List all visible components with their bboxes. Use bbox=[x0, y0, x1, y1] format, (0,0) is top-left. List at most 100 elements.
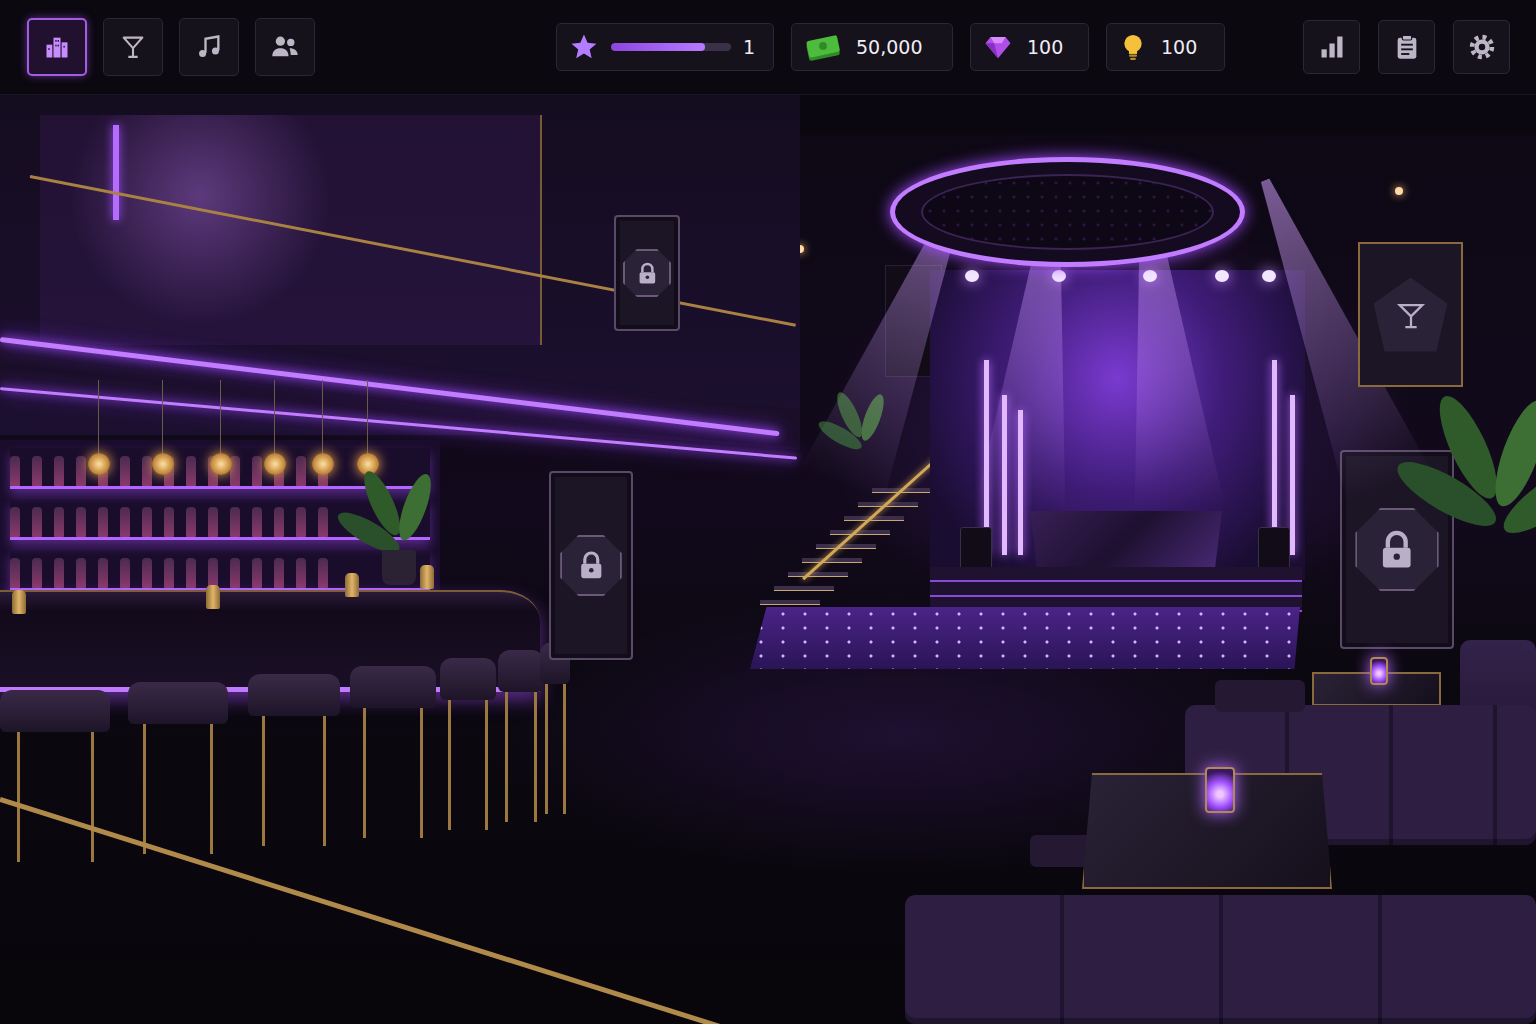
stage-platform bbox=[930, 567, 1302, 612]
spotlight bbox=[1143, 270, 1157, 282]
stool-legs bbox=[363, 708, 423, 838]
lamp-bulb bbox=[312, 453, 334, 475]
pendant-lamp bbox=[264, 380, 286, 475]
stool-seat bbox=[128, 682, 228, 724]
lamp-bulb bbox=[210, 453, 232, 475]
bottle bbox=[142, 507, 152, 537]
lamp-cord bbox=[162, 380, 163, 458]
door-emblem bbox=[623, 249, 672, 298]
stair-step bbox=[774, 586, 834, 591]
locked-door[interactable] bbox=[614, 215, 680, 331]
gear-icon bbox=[1468, 33, 1496, 61]
bottle bbox=[76, 456, 86, 486]
stool-seat bbox=[350, 666, 436, 708]
cocktail-icon bbox=[119, 33, 147, 61]
bottle bbox=[274, 558, 284, 588]
level-display: 1 bbox=[556, 23, 774, 71]
lamp-cord bbox=[98, 380, 99, 458]
candle bbox=[1370, 657, 1388, 685]
stair-step bbox=[788, 572, 848, 577]
lamp-cord bbox=[322, 380, 323, 458]
cash-icon bbox=[804, 32, 842, 62]
bottle bbox=[120, 456, 130, 486]
tool-button[interactable] bbox=[1378, 20, 1435, 74]
neon-tube bbox=[1272, 360, 1277, 555]
neon-tube bbox=[984, 360, 989, 555]
locked-door[interactable] bbox=[549, 471, 633, 660]
leaf bbox=[393, 470, 438, 543]
tool-button[interactable] bbox=[1303, 20, 1360, 74]
spotlight bbox=[1262, 270, 1276, 282]
nav-group bbox=[27, 18, 315, 76]
bottle bbox=[164, 507, 174, 537]
dj-booth[interactable] bbox=[1030, 500, 1222, 574]
dance-floor[interactable] bbox=[750, 607, 1300, 669]
stool-seat bbox=[498, 650, 544, 692]
bottle bbox=[296, 507, 306, 537]
bottle bbox=[10, 456, 20, 486]
music-note-icon bbox=[195, 33, 223, 61]
ring-panel bbox=[921, 174, 1215, 250]
bottle bbox=[208, 507, 218, 537]
bottle bbox=[208, 558, 218, 588]
currency-amount: 100 bbox=[1161, 36, 1203, 58]
club-icon bbox=[43, 33, 71, 61]
bottle bbox=[186, 507, 196, 537]
currency-display: 100 bbox=[970, 23, 1089, 71]
club-scene bbox=[0, 95, 1536, 1024]
stool-legs bbox=[143, 724, 213, 854]
ceiling-light bbox=[1395, 187, 1403, 195]
stool-seat bbox=[248, 674, 340, 716]
candle bbox=[1205, 767, 1235, 813]
nav-button[interactable] bbox=[255, 18, 315, 76]
bottle bbox=[164, 558, 174, 588]
ottoman bbox=[1215, 680, 1305, 712]
bottle bbox=[120, 558, 130, 588]
sofa[interactable] bbox=[905, 895, 1536, 1024]
stool-legs bbox=[448, 700, 487, 830]
stair-step bbox=[760, 600, 820, 605]
bottle bbox=[32, 558, 42, 588]
currency-amount: 50,000 bbox=[856, 36, 928, 58]
gem-icon bbox=[983, 32, 1013, 62]
cocktail-icon bbox=[1394, 298, 1428, 332]
game-screen: 1 50,000 100 100 bbox=[0, 0, 1536, 1024]
stool-seat bbox=[440, 658, 496, 700]
currency-amount: 100 bbox=[1027, 36, 1069, 58]
bottle bbox=[142, 558, 152, 588]
bottle bbox=[142, 456, 152, 486]
bottle bbox=[76, 558, 86, 588]
bottle bbox=[186, 558, 196, 588]
xp-fill bbox=[611, 43, 705, 51]
bottle bbox=[230, 507, 240, 537]
nav-button[interactable] bbox=[179, 18, 239, 76]
stool-legs bbox=[505, 692, 537, 822]
lamp-cord bbox=[274, 380, 275, 458]
top-bar: 1 50,000 100 100 bbox=[0, 0, 1536, 95]
door-emblem bbox=[560, 535, 622, 597]
light-ring bbox=[890, 157, 1245, 267]
people-icon bbox=[270, 33, 300, 61]
spotlight bbox=[1215, 270, 1229, 282]
cocktail-sign bbox=[1358, 242, 1463, 387]
tool-button[interactable] bbox=[1453, 20, 1510, 74]
bottle bbox=[186, 456, 196, 486]
nav-button[interactable] bbox=[27, 18, 87, 76]
bottle bbox=[76, 507, 86, 537]
lamp-bulb bbox=[264, 453, 286, 475]
lock-icon bbox=[574, 548, 609, 583]
bottle bbox=[318, 507, 328, 537]
level-number: 1 bbox=[743, 36, 761, 58]
bottle bbox=[252, 558, 262, 588]
bottle bbox=[296, 558, 306, 588]
bottle bbox=[296, 456, 306, 486]
bottle bbox=[120, 507, 130, 537]
lock-icon bbox=[634, 260, 661, 287]
xp-bar bbox=[611, 43, 731, 51]
stool-legs bbox=[545, 684, 566, 814]
bar-stool bbox=[128, 642, 228, 862]
shaker bbox=[420, 565, 434, 589]
resource-group: 1 50,000 100 100 bbox=[556, 23, 1225, 71]
currency-display: 100 bbox=[1106, 23, 1225, 71]
nav-button[interactable] bbox=[103, 18, 163, 76]
